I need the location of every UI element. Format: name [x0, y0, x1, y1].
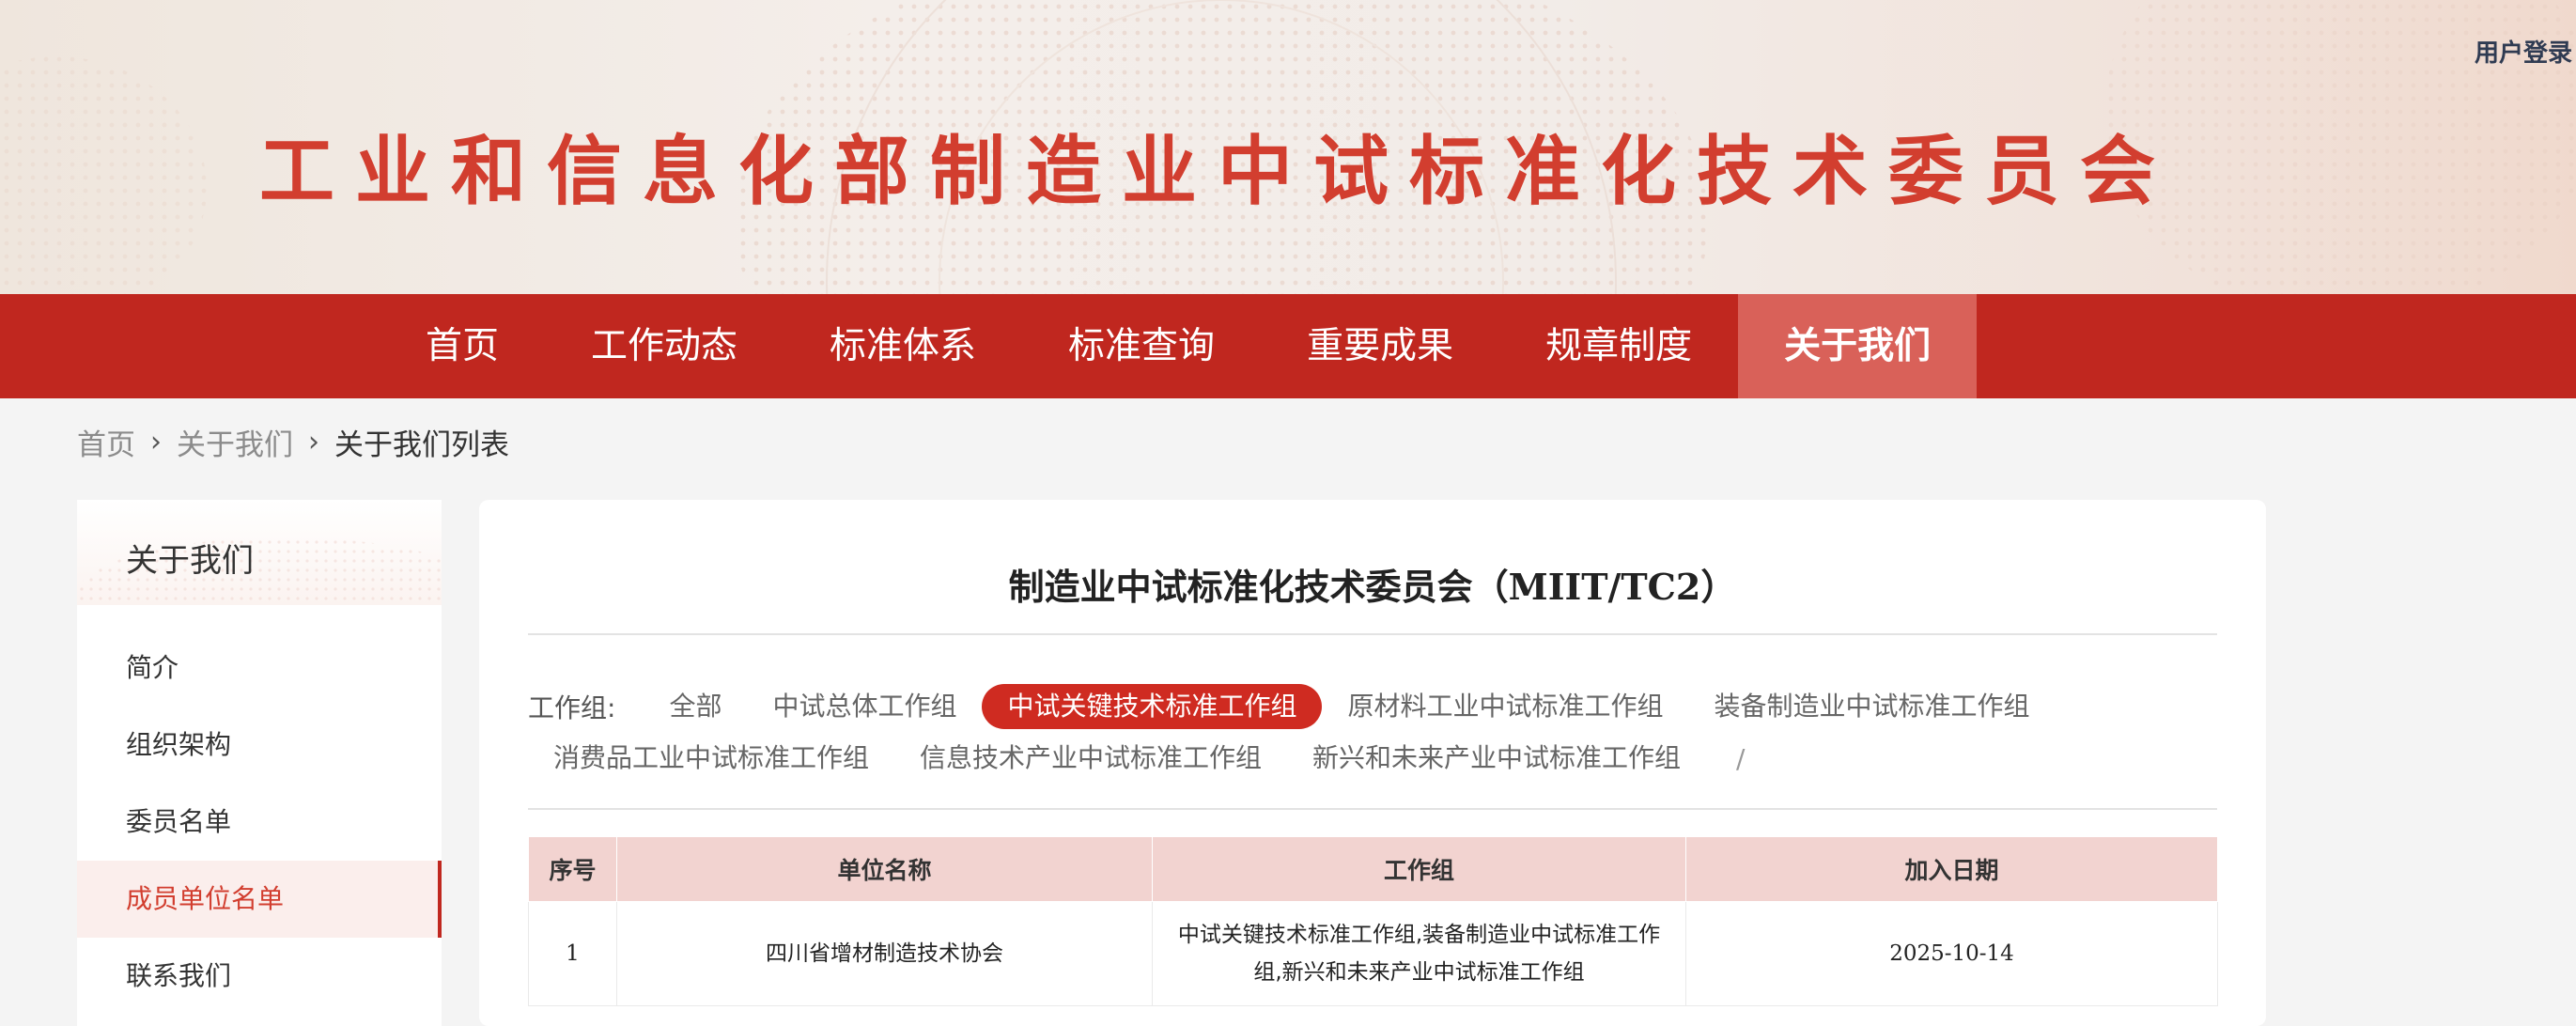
sidebar-title: 关于我们 [126, 542, 254, 580]
group-filter-general[interactable]: 中试总体工作组 [747, 684, 982, 729]
sidebar-item-member-units[interactable]: 成员单位名单 [77, 861, 442, 938]
breadcrumb: 首页 › 关于我们 › 关于我们列表 [77, 421, 509, 463]
site-banner: 工业和信息化部制造业中试标准化技术委员会 用户登录 [0, 0, 2576, 294]
sidebar-item-contact[interactable]: 联系我们 [77, 938, 442, 1015]
sidebar-item-committee-members[interactable]: 委员名单 [77, 784, 442, 861]
nav-item-about-us[interactable]: 关于我们 [1738, 294, 1978, 398]
group-filter-label: 工作组: [528, 692, 616, 723]
group-filter-separator: / [1736, 742, 1746, 774]
cell-index: 1 [528, 901, 617, 1006]
column-header-group: 工作组 [1152, 836, 1686, 902]
nav-item-news[interactable]: 工作动态 [545, 294, 784, 398]
filter-divider [528, 808, 2217, 810]
group-filter-it-industry[interactable]: 信息技术产业中试标准工作组 [894, 736, 1287, 781]
sidebar-title-block: 关于我们 [77, 500, 442, 605]
sidebar: 关于我们 简介 组织架构 委员名单 成员单位名单 联系我们 [77, 500, 442, 1026]
chevron-right-icon: › [308, 426, 319, 459]
nav-item-standards-query[interactable]: 标准查询 [1022, 294, 1261, 398]
column-header-unit-name: 单位名称 [616, 836, 1153, 902]
group-filter-row-1: 工作组: 全部 中试总体工作组 中试关键技术标准工作组 原材料工业中试标准工作组… [528, 684, 2056, 729]
nav-items: 首页 工作动态 标准体系 标准查询 重要成果 规章制度 关于我们 [380, 294, 1978, 398]
group-filter-consumer-goods[interactable]: 消费品工业中试标准工作组 [528, 736, 894, 781]
cell-group-line-2: 组,新兴和未来产业中试标准工作组 [1253, 960, 1585, 985]
group-filter-emerging-industry[interactable]: 新兴和未来产业中试标准工作组 [1287, 736, 1706, 781]
column-header-index: 序号 [528, 836, 617, 902]
table-row: 1 四川省增材制造技术协会 中试关键技术标准工作组,装备制造业中试标准工作 组,… [528, 901, 2218, 1006]
cell-unit-name: 四川省增材制造技术协会 [616, 901, 1153, 1006]
chevron-right-icon: › [150, 426, 162, 459]
breadcrumb-home-link[interactable]: 首页 [77, 421, 135, 463]
breadcrumb-section-link[interactable]: 关于我们 [177, 421, 293, 463]
member-units-table: 序号 单位名称 工作组 加入日期 1 四川省增材制造技术协会 中试关键技术标准工… [528, 836, 2218, 1006]
nav-item-home[interactable]: 首页 [380, 294, 545, 398]
group-filter-row-2: 消费品工业中试标准工作组 信息技术产业中试标准工作组 新兴和未来产业中试标准工作… [528, 736, 1745, 781]
group-filter-key-tech[interactable]: 中试关键技术标准工作组 [982, 684, 1323, 729]
group-filter-all[interactable]: 全部 [644, 684, 747, 729]
nav-item-achievements[interactable]: 重要成果 [1261, 294, 1499, 398]
sidebar-menu: 简介 组织架构 委员名单 成员单位名单 联系我们 [77, 630, 442, 1015]
site-title: 工业和信息化部制造业中试标准化技术委员会 [259, 128, 2176, 215]
main-panel: 制造业中试标准化技术委员会（MIIT/TC2） 工作组: 全部 中试总体工作组 … [479, 500, 2266, 1026]
sidebar-item-organization[interactable]: 组织架构 [77, 707, 442, 784]
breadcrumb-current: 关于我们列表 [334, 428, 509, 462]
column-header-join-date: 加入日期 [1685, 836, 2218, 902]
group-filter-equipment[interactable]: 装备制造业中试标准工作组 [1689, 684, 2056, 729]
title-divider [528, 633, 2217, 635]
main-nav: 首页 工作动态 标准体系 标准查询 重要成果 规章制度 关于我们 [0, 294, 2576, 398]
table-header-row: 序号 单位名称 工作组 加入日期 [528, 836, 2218, 902]
user-login-link[interactable]: 用户登录 [2475, 34, 2572, 69]
cell-group: 中试关键技术标准工作组,装备制造业中试标准工作 组,新兴和未来产业中试标准工作组 [1152, 901, 1686, 1006]
cell-group-line-1: 中试关键技术标准工作组,装备制造业中试标准工作 [1177, 923, 1661, 947]
nav-item-standards-system[interactable]: 标准体系 [784, 294, 1022, 398]
group-filter-raw-materials[interactable]: 原材料工业中试标准工作组 [1322, 684, 1688, 729]
page-title: 制造业中试标准化技术委员会（MIIT/TC2） [1008, 566, 1737, 608]
nav-item-regulations[interactable]: 规章制度 [1499, 294, 1738, 398]
cell-join-date: 2025-10-14 [1685, 901, 2218, 1006]
sidebar-item-intro[interactable]: 简介 [77, 630, 442, 707]
